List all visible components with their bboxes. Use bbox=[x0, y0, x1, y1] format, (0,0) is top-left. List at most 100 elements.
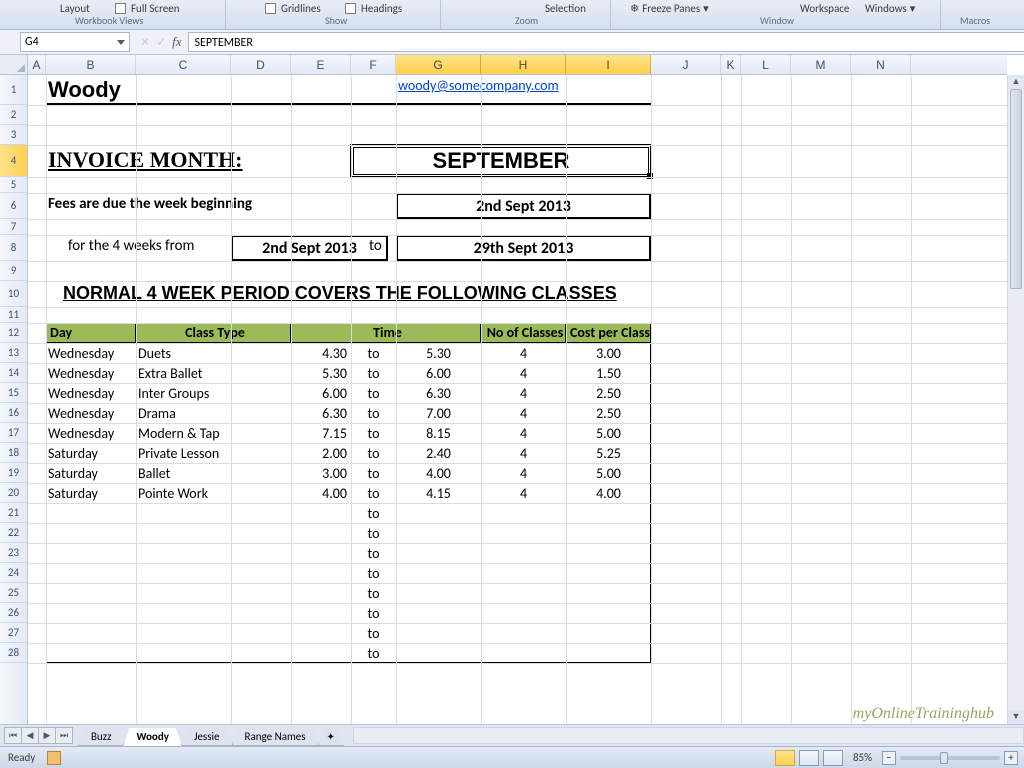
row-header-11[interactable]: 11 bbox=[0, 307, 27, 323]
col-header-J[interactable]: J bbox=[651, 55, 721, 74]
vertical-scrollbar[interactable]: ▲ ▼ bbox=[1007, 75, 1024, 724]
spreadsheet: ABCDEFGHIJKLMN 1234567891011121314151617… bbox=[0, 55, 1024, 724]
row-header-9[interactable]: 9 bbox=[0, 261, 27, 281]
table-cell-cost: 1.50 bbox=[566, 365, 651, 382]
name-heading: Woody bbox=[48, 77, 121, 103]
row-header-1[interactable]: 1 bbox=[0, 75, 27, 105]
tab-nav-first[interactable]: ⏮ bbox=[4, 727, 22, 744]
row-header-28[interactable]: 28 bbox=[0, 643, 27, 663]
group-workbook-views: Workbook Views bbox=[75, 14, 143, 27]
row-header-25[interactable]: 25 bbox=[0, 583, 27, 603]
col-header-I[interactable]: I bbox=[566, 55, 651, 74]
row-header-3[interactable]: 3 bbox=[0, 125, 27, 145]
row-header-23[interactable]: 23 bbox=[0, 543, 27, 563]
tab-nav-next[interactable]: ▶ bbox=[38, 727, 56, 744]
table-header: Time bbox=[291, 323, 481, 343]
table-cell-to: to bbox=[351, 445, 396, 462]
normal-view-button[interactable] bbox=[775, 750, 795, 766]
row-header-19[interactable]: 19 bbox=[0, 463, 27, 483]
col-header-N[interactable]: N bbox=[851, 55, 911, 74]
selection-button[interactable]: Selection bbox=[545, 2, 586, 15]
row-header-18[interactable]: 18 bbox=[0, 443, 27, 463]
row-header-27[interactable]: 27 bbox=[0, 623, 27, 643]
table-cell-day: Wednesday bbox=[48, 405, 114, 422]
zoom-slider[interactable] bbox=[900, 756, 1000, 760]
row-headers[interactable]: 1234567891011121314151617181920212223242… bbox=[0, 75, 28, 724]
row-header-7[interactable]: 7 bbox=[0, 219, 27, 235]
col-header-A[interactable]: A bbox=[28, 55, 46, 74]
formula-input[interactable]: SEPTEMBER bbox=[188, 32, 1024, 52]
row-header-22[interactable]: 22 bbox=[0, 523, 27, 543]
col-header-H[interactable]: H bbox=[481, 55, 566, 74]
col-header-E[interactable]: E bbox=[291, 55, 351, 74]
horizontal-scrollbar[interactable] bbox=[353, 727, 1024, 744]
zoom-out-button[interactable]: − bbox=[882, 751, 896, 765]
invoice-month-label: INVOICE MONTH: bbox=[48, 147, 243, 173]
row-header-24[interactable]: 24 bbox=[0, 563, 27, 583]
row-header-13[interactable]: 13 bbox=[0, 343, 27, 363]
sheet-tab-woody[interactable]: Woody bbox=[123, 728, 181, 746]
row-header-16[interactable]: 16 bbox=[0, 403, 27, 423]
row-header-17[interactable]: 17 bbox=[0, 423, 27, 443]
sheet-tab-range-names[interactable]: Range Names bbox=[232, 728, 319, 746]
tab-nav-prev[interactable]: ◀ bbox=[21, 727, 39, 744]
sheet-tab-buzz[interactable]: Buzz bbox=[78, 728, 124, 746]
col-header-B[interactable]: B bbox=[46, 55, 136, 74]
row-header-5[interactable]: 5 bbox=[0, 177, 27, 193]
freeze-panes-button[interactable]: ❄ Freeze Panes ▾ bbox=[630, 2, 709, 15]
row-header-2[interactable]: 2 bbox=[0, 105, 27, 125]
table-cell-time1: 4.30 bbox=[293, 345, 347, 362]
table-cell-num: 4 bbox=[481, 365, 566, 382]
windows-button[interactable]: Windows ▾ bbox=[865, 2, 915, 15]
table-cell-num: 4 bbox=[481, 445, 566, 462]
col-header-M[interactable]: M bbox=[791, 55, 851, 74]
fx-icon[interactable]: fx bbox=[172, 34, 181, 50]
row-header-26[interactable]: 26 bbox=[0, 603, 27, 623]
tab-nav-last[interactable]: ⏭ bbox=[55, 727, 73, 744]
table-cell-time1: 6.30 bbox=[293, 405, 347, 422]
row-header-14[interactable]: 14 bbox=[0, 363, 27, 383]
select-all-button[interactable] bbox=[0, 55, 28, 75]
name-box[interactable]: G4 bbox=[20, 32, 130, 52]
scroll-up-icon[interactable]: ▲ bbox=[1008, 75, 1024, 89]
row-header-20[interactable]: 20 bbox=[0, 483, 27, 503]
col-header-D[interactable]: D bbox=[231, 55, 291, 74]
sheet-tab-jessie[interactable]: Jessie bbox=[181, 728, 233, 746]
page-layout-view-button[interactable] bbox=[799, 750, 819, 766]
macro-record-icon[interactable] bbox=[47, 751, 61, 765]
email-link: woody@somecompany.com bbox=[398, 77, 559, 94]
table-cell-to: to bbox=[351, 345, 396, 362]
column-headers[interactable]: ABCDEFGHIJKLMN bbox=[28, 55, 1007, 75]
row-header-12[interactable]: 12 bbox=[0, 323, 27, 343]
row-header-4[interactable]: 4 bbox=[0, 145, 27, 177]
new-sheet-button[interactable]: ✦ bbox=[318, 728, 344, 746]
col-header-L[interactable]: L bbox=[741, 55, 791, 74]
grid[interactable]: Woody woody@somecompany.com INVOICE MONTH:… bbox=[28, 75, 1007, 724]
table-cell-cost: 2.50 bbox=[566, 385, 651, 402]
fees-due-date: 2nd Sept 2013 bbox=[396, 193, 651, 219]
ribbon: Layout Full Screen Gridlines Headings Se… bbox=[0, 0, 1024, 30]
to-date: 29th Sept 2013 bbox=[396, 235, 651, 261]
zoom-level[interactable]: 85% bbox=[853, 751, 872, 764]
row-header-10[interactable]: 10 bbox=[0, 281, 27, 307]
gridlines-checkbox[interactable]: Gridlines bbox=[265, 2, 321, 15]
col-header-G[interactable]: G bbox=[396, 55, 481, 74]
email-link[interactable]: woody@somecompany.com bbox=[398, 77, 559, 94]
headings-checkbox[interactable]: Headings bbox=[345, 2, 402, 15]
col-header-C[interactable]: C bbox=[136, 55, 231, 74]
row-header-15[interactable]: 15 bbox=[0, 383, 27, 403]
col-header-F[interactable]: F bbox=[351, 55, 396, 74]
row-header-6[interactable]: 6 bbox=[0, 193, 27, 219]
chevron-down-icon bbox=[117, 40, 125, 45]
cancel-icon[interactable]: ✕ bbox=[140, 35, 150, 50]
page-break-view-button[interactable] bbox=[823, 750, 843, 766]
scroll-thumb[interactable] bbox=[1010, 89, 1022, 289]
col-header-K[interactable]: K bbox=[721, 55, 741, 74]
zoom-in-button[interactable]: + bbox=[1004, 751, 1018, 765]
row-header-8[interactable]: 8 bbox=[0, 235, 27, 261]
enter-icon[interactable]: ✓ bbox=[156, 35, 166, 50]
workspace-button[interactable]: Workspace bbox=[800, 2, 849, 15]
row-header-21[interactable]: 21 bbox=[0, 503, 27, 523]
table-cell-day: Saturday bbox=[48, 445, 98, 462]
scroll-down-icon[interactable]: ▼ bbox=[1008, 710, 1024, 724]
